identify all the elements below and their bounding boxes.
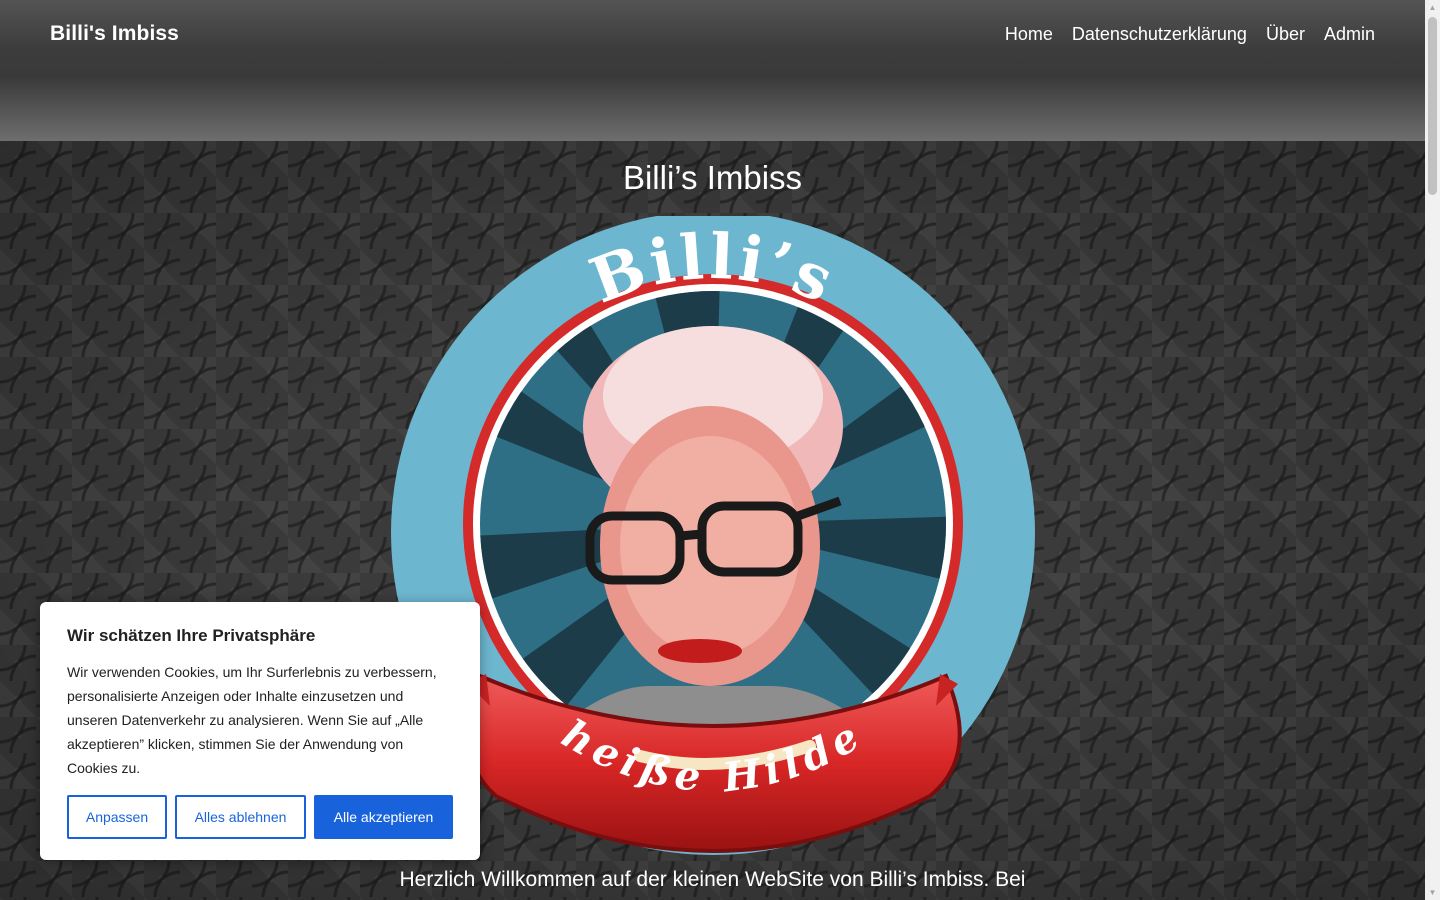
main-nav: Home Datenschutzerklärung Über Admin bbox=[986, 24, 1375, 45]
site-brand[interactable]: Billi's Imbiss bbox=[50, 22, 179, 46]
nav-home[interactable]: Home bbox=[1005, 24, 1053, 45]
nav-datenschutz[interactable]: Datenschutzerklärung bbox=[1072, 24, 1247, 45]
customize-button[interactable]: Anpassen bbox=[67, 795, 167, 839]
site-header: Billi's Imbiss Home Datenschutzerklärung… bbox=[0, 0, 1425, 141]
scrollbar-thumb[interactable] bbox=[1428, 17, 1437, 195]
accept-all-button[interactable]: Alle akzeptieren bbox=[314, 795, 453, 839]
scroll-up-icon[interactable]: ▲ bbox=[1425, 0, 1440, 15]
cookie-consent-banner: Wir schätzen Ihre Privatsphäre Wir verwe… bbox=[40, 602, 480, 860]
cookie-title: Wir schätzen Ihre Privatsphäre bbox=[67, 626, 316, 645]
billis-logo: Billi’s „heiße Hilde“ bbox=[390, 216, 1036, 856]
hero-title: Billi’s Imbiss bbox=[622, 159, 803, 196]
welcome-text: Herzlich Willkommen auf der kleinen WebS… bbox=[399, 868, 1026, 891]
nav-ueber[interactable]: Über bbox=[1266, 24, 1305, 45]
cookie-buttons: Anpassen Alles ablehnen Alle akzeptieren bbox=[67, 795, 453, 839]
nav-admin[interactable]: Admin bbox=[1324, 24, 1375, 45]
cookie-text: Wir verwenden Cookies, um Ihr Surferlebn… bbox=[67, 664, 437, 776]
reject-all-button[interactable]: Alles ablehnen bbox=[175, 795, 306, 839]
scroll-down-icon[interactable]: ▼ bbox=[1425, 885, 1440, 900]
page: Billi's Imbiss Home Datenschutzerklärung… bbox=[0, 0, 1425, 900]
vertical-scrollbar[interactable]: ▲ ▼ bbox=[1425, 0, 1440, 900]
